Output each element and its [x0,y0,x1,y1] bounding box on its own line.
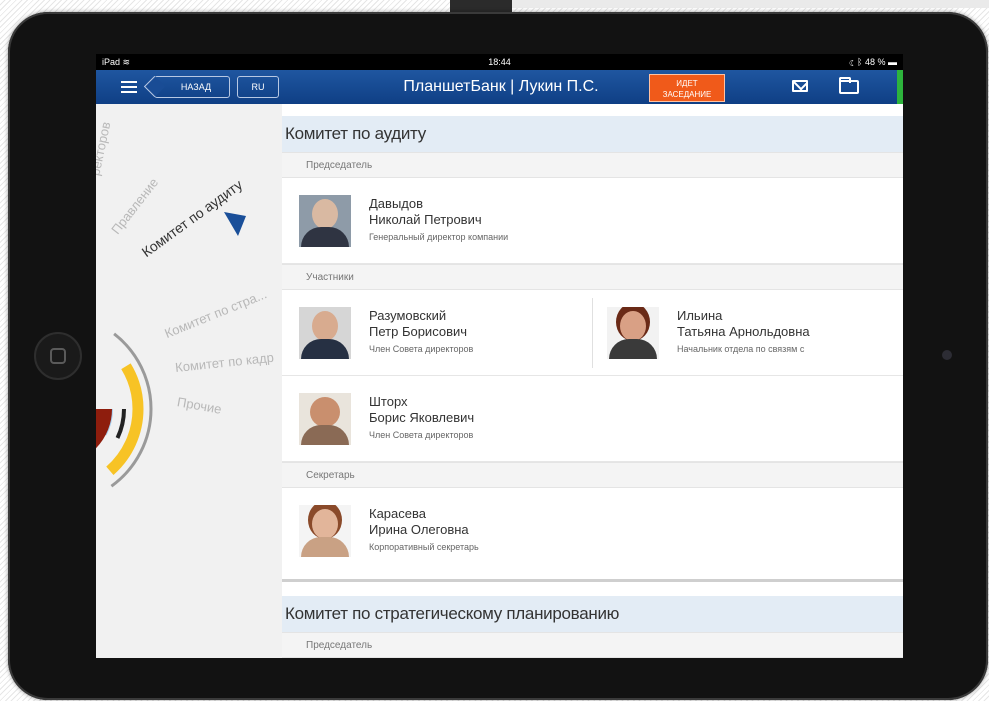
person-role: Начальник отдела по связям с [677,344,805,354]
bluetooth-icon: ᛒ [857,57,863,67]
top-strip [512,0,989,8]
active-arrow-icon [224,212,246,236]
person-name: Петр Борисович [369,324,468,339]
wheel-red-arc [96,369,112,449]
section-secretary: Секретарь [282,462,903,488]
meeting-in-progress-button[interactable]: ИДЕТ ЗАСЕДАНИЕ [649,74,725,102]
meeting-label-line2: ЗАСЕДАНИЕ [662,90,712,99]
back-button-label: НАЗАД [180,82,212,92]
person-info: Карасева Ирина Олеговна Корпоративный се… [369,506,479,553]
committee-wheel-sidebar: ректоров Правление Комитет по аудиту Ком… [96,104,282,658]
committee-card: Комитет по аудиту Председатель Давыдов Н… [282,116,903,582]
home-button[interactable] [34,332,82,380]
person-row: Разумовский Петр Борисович Член Совета д… [282,290,903,376]
person-photo [299,505,351,557]
person-row: Карасева Ирина Олеговна Корпоративный се… [282,488,903,574]
person-card[interactable]: Ильина Татьяна Арнольдовна Начальник отд… [593,290,903,376]
person-info: Ильина Татьяна Арнольдовна Начальник отд… [677,308,810,355]
person-info: Шторх Борис Яковлевич Член Совета директ… [369,394,474,441]
person-role: Генеральный директор компании [369,232,509,242]
page-title: ПланшетБанк | Лукин П.С. [403,78,599,95]
committee-card: Комитет по стратегическому планированию … [282,596,903,658]
status-strip [897,70,903,104]
battery-icon: ▬ [888,57,897,67]
camera-icon [942,350,952,360]
person-name: Борис Яковлевич [369,410,475,425]
person-surname: Давыдов [369,196,424,211]
person-photo [299,195,351,247]
status-battery: ☾ ᛒ 48 % ▬ [849,57,897,67]
back-button[interactable]: НАЗАД [143,75,230,98]
person-name: Ирина Олеговна [369,522,469,537]
person-row: Шторх Борис Яковлевич Член Совета директ… [282,376,903,462]
section-chair: Председатель [282,632,903,658]
person-photo [299,307,351,359]
person-role: Корпоративный секретарь [369,542,479,552]
person-card[interactable]: Карасева Ирина Олеговна Корпоративный се… [282,488,903,574]
person-card[interactable]: Шторх Борис Яковлевич Член Совета директ… [282,376,903,462]
menu-icon[interactable] [121,81,137,93]
person-surname: Шторх [369,394,408,409]
status-bar: iPad ≋ 18:44 ☾ ᛒ 48 % ▬ [96,54,903,70]
nav-bar: НАЗАД RU ПланшетБанк | Лукин П.С. ИДЕТ З… [96,70,903,104]
committee-title: Комитет по аудиту [282,116,903,152]
home-square-icon [50,348,66,364]
person-role: Член Совета директоров [369,344,474,354]
section-members: Участники [282,264,903,290]
person-name: Николай Петрович [369,212,482,227]
person-surname: Разумовский [369,308,447,323]
person-photo [607,307,659,359]
section-chair: Председатель [282,152,903,178]
wheel-graphic [96,212,246,497]
committee-title: Комитет по стратегическому планированию [282,596,903,632]
person-name: Татьяна Арнольдовна [677,324,810,339]
person-role: Член Совета директоров [369,430,474,440]
moon-icon: ☾ [849,57,855,67]
committee-list: Комитет по аудиту Председатель Давыдов Н… [282,104,903,658]
person-card[interactable]: Разумовский Петр Борисович Член Совета д… [282,290,592,376]
back-chevron-icon [143,75,166,98]
person-info: Давыдов Николай Петрович Генеральный дир… [369,196,508,243]
screen: iPad ≋ 18:44 ☾ ᛒ 48 % ▬ НАЗАД RU Планшет… [96,54,903,658]
person-row: Давыдов Николай Петрович Генеральный дир… [282,178,903,264]
person-surname: Ильина [677,308,723,323]
folder-icon[interactable] [839,77,859,94]
person-surname: Карасева [369,506,426,521]
meeting-label-line1: ИДЕТ [676,79,698,88]
person-info: Разумовский Петр Борисович Член Совета д… [369,308,473,355]
person-card[interactable]: Давыдов Николай Петрович Генеральный дир… [282,178,903,264]
language-button[interactable]: RU [237,76,279,98]
status-time: 18:44 [488,57,511,67]
person-photo [299,393,351,445]
mail-icon[interactable] [792,80,808,92]
